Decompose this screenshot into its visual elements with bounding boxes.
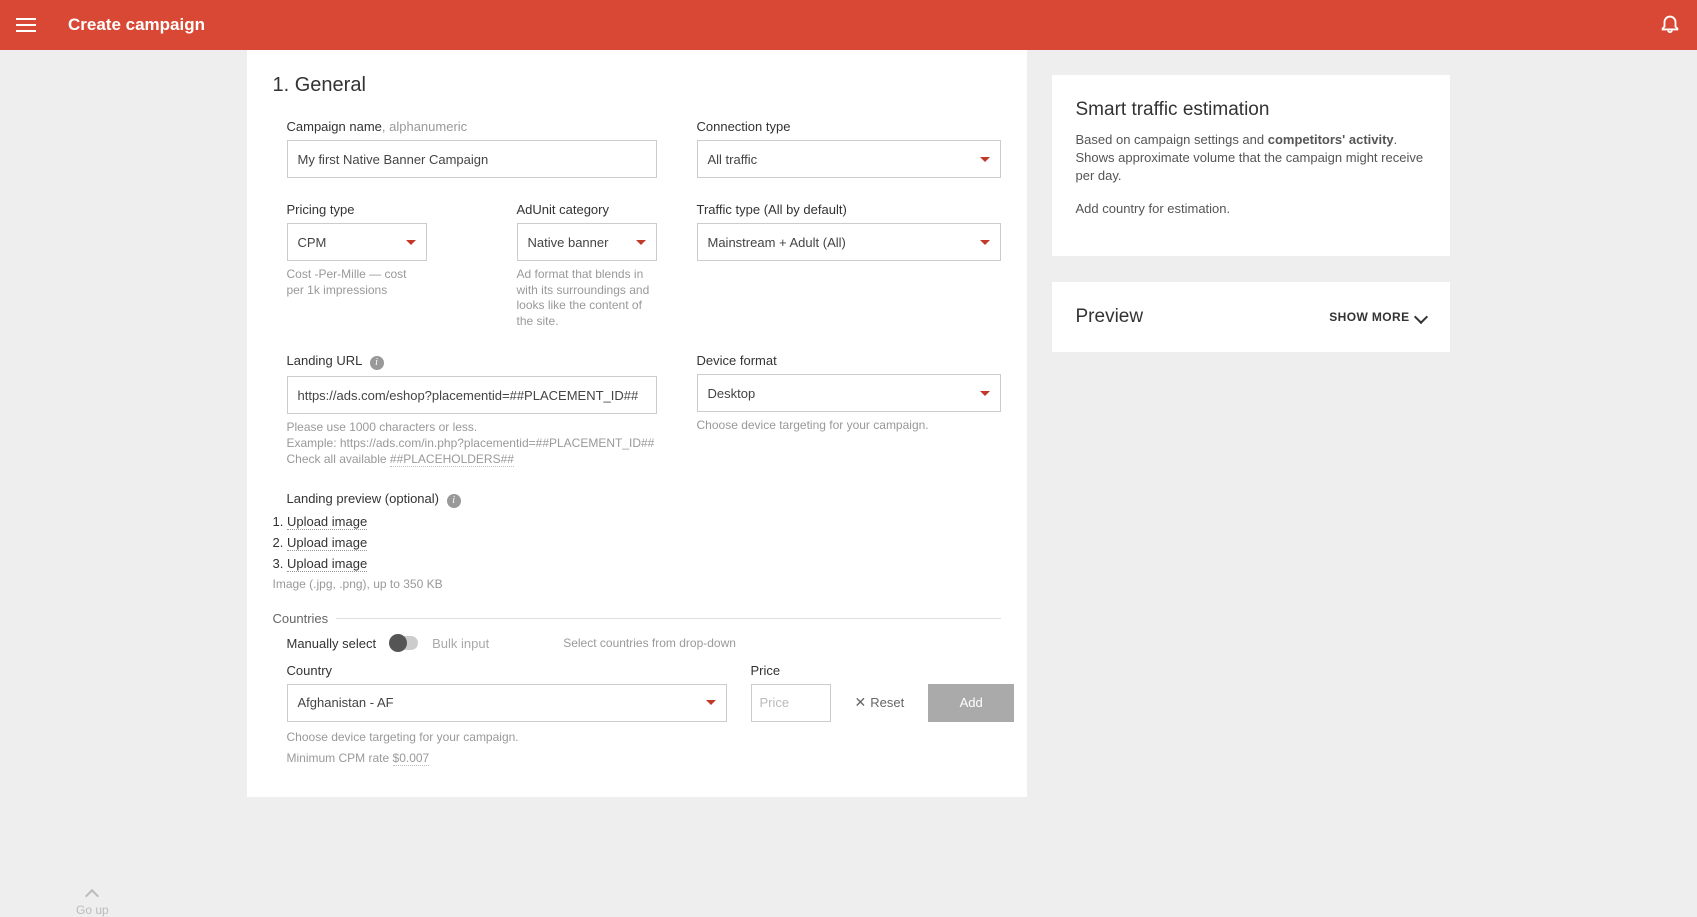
- country-label: Country: [287, 663, 727, 678]
- manual-select-label: Manually select: [287, 636, 377, 651]
- connection-type-select[interactable]: All traffic: [697, 140, 1001, 178]
- info-icon[interactable]: i: [447, 494, 461, 508]
- country-helper-targeting: Choose device targeting for your campaig…: [287, 730, 1001, 746]
- min-rate-value: $0.007: [393, 751, 430, 766]
- adunit-label: AdUnit category: [517, 202, 657, 217]
- preview-card: Preview SHOW MORE: [1051, 281, 1451, 353]
- upload-image-link[interactable]: Upload image: [287, 535, 367, 551]
- landing-url-input[interactable]: [287, 376, 657, 414]
- field-campaign-name: Campaign name, alphanumeric: [287, 119, 657, 178]
- field-device-format: Device format Desktop Choose device targ…: [697, 353, 1001, 467]
- adunit-helper: Ad format that blends in with its surrou…: [517, 267, 657, 329]
- page-title: Create campaign: [68, 15, 205, 35]
- general-section: 1. General Campaign name, alphanumeric C…: [247, 50, 1027, 797]
- country-helper-minrate: Minimum CPM rate $0.007: [287, 751, 1001, 767]
- field-landing-url: Landing URL i Please use 1000 characters…: [287, 353, 657, 467]
- countries-mode-hint: Select countries from drop-down: [563, 636, 736, 650]
- reset-button[interactable]: ✕ Reset: [855, 694, 905, 711]
- traffic-type-select[interactable]: Mainstream + Adult (All): [697, 223, 1001, 261]
- pricing-type-helper: Cost -Per-Mille — cost per 1k impression…: [287, 267, 427, 298]
- campaign-name-label: Campaign name, alphanumeric: [287, 119, 657, 134]
- smart-traffic-card: Smart traffic estimation Based on campai…: [1051, 74, 1451, 257]
- price-label: Price: [751, 663, 831, 678]
- upload-image-2: 2. Upload image: [273, 535, 1001, 550]
- chevron-down-icon: [636, 240, 646, 245]
- chevron-down-icon: [980, 157, 990, 162]
- chevron-down-icon: [706, 700, 716, 705]
- smart-traffic-hint: Add country for estimation.: [1076, 200, 1426, 218]
- add-button[interactable]: Add: [928, 684, 1014, 722]
- show-more-button[interactable]: SHOW MORE: [1329, 310, 1425, 324]
- traffic-type-label: Traffic type (All by default): [697, 202, 1001, 217]
- price-input[interactable]: [751, 684, 831, 722]
- mode-switch[interactable]: [390, 636, 418, 650]
- preview-title: Preview: [1076, 306, 1144, 328]
- pricing-type-select[interactable]: CPM: [287, 223, 427, 261]
- sidebar: Smart traffic estimation Based on campai…: [1051, 50, 1451, 353]
- close-icon: ✕: [855, 694, 867, 711]
- chevron-down-icon: [980, 240, 990, 245]
- campaign-name-input[interactable]: [287, 140, 657, 178]
- landing-url-label: Landing URL i: [287, 353, 657, 370]
- landing-preview-label: Landing preview (optional) i: [287, 491, 1001, 508]
- device-format-select[interactable]: Desktop: [697, 374, 1001, 412]
- connection-type-label: Connection type: [697, 119, 1001, 134]
- smart-traffic-desc: Based on campaign settings and competito…: [1076, 131, 1426, 186]
- country-select[interactable]: Afghanistan - AF: [287, 684, 727, 722]
- field-connection-type: Connection type All traffic: [697, 119, 1001, 178]
- upload-image-link[interactable]: Upload image: [287, 514, 367, 530]
- chevron-down-icon: [980, 391, 990, 396]
- upload-image-link[interactable]: Upload image: [287, 556, 367, 572]
- bulk-input-label: Bulk input: [432, 636, 489, 651]
- device-format-label: Device format: [697, 353, 1001, 368]
- go-up-button[interactable]: Go up: [76, 891, 109, 917]
- chevron-down-icon: [406, 240, 416, 245]
- upload-image-1: 1. Upload image: [273, 514, 1001, 529]
- device-format-helper: Choose device targeting for your campaig…: [697, 418, 1001, 434]
- notifications-icon[interactable]: [1659, 12, 1681, 39]
- countries-divider: Countries: [273, 611, 1001, 626]
- section-heading: 1. General: [273, 74, 1001, 97]
- countries-mode-toggle: Manually select Bulk input Select countr…: [273, 636, 1001, 651]
- country-row: Afghanistan - AF ✕ Reset Add: [287, 684, 1001, 722]
- info-icon[interactable]: i: [370, 356, 384, 370]
- chevron-up-icon: [85, 889, 99, 903]
- pricing-type-label: Pricing type: [287, 202, 427, 217]
- adunit-select[interactable]: Native banner: [517, 223, 657, 261]
- placeholders-link[interactable]: ##PLACEHOLDERS##: [390, 452, 514, 467]
- landing-url-helper: Please use 1000 characters or less. Exam…: [287, 420, 657, 467]
- field-landing-preview: Landing preview (optional) i 1. Upload i…: [287, 491, 1001, 593]
- menu-icon[interactable]: [16, 13, 40, 37]
- landing-preview-helper: Image (.jpg, .png), up to 350 KB: [273, 577, 1001, 593]
- smart-traffic-title: Smart traffic estimation: [1076, 99, 1426, 121]
- chevron-down-icon: [1413, 310, 1427, 324]
- top-bar: Create campaign: [0, 0, 1697, 50]
- upload-image-3: 3. Upload image: [273, 556, 1001, 571]
- field-pricing-adunit: Pricing type CPM Cost -Per-Mille — cost …: [287, 202, 657, 329]
- field-traffic-type: Traffic type (All by default) Mainstream…: [697, 202, 1001, 329]
